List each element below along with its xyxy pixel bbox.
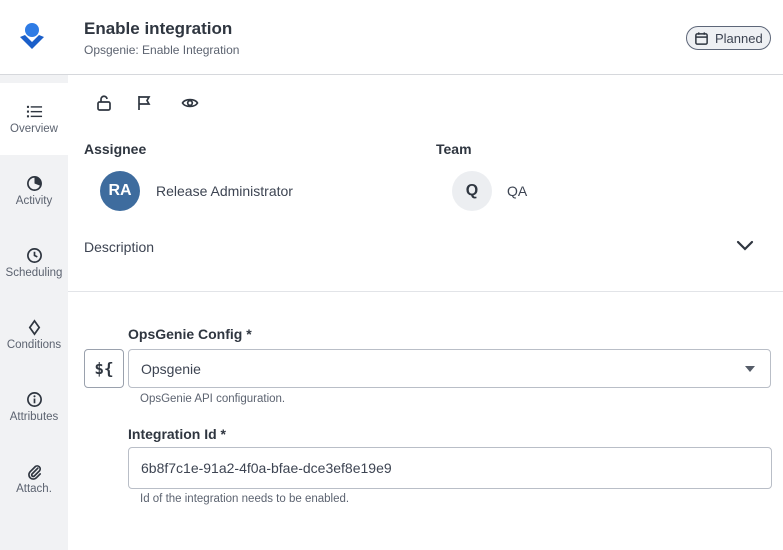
- status-badge[interactable]: Planned: [686, 26, 771, 50]
- assignee-avatar[interactable]: RA: [100, 171, 140, 211]
- opsgenie-logo: [20, 23, 44, 49]
- sidebar-item-label: Conditions: [6, 339, 62, 351]
- sidebar-item-label: Activity: [15, 195, 53, 207]
- description-label[interactable]: Description: [84, 239, 154, 255]
- page-title: Enable integration: [84, 19, 233, 38]
- team-name[interactable]: QA: [507, 183, 527, 199]
- opsgenie-config-help: OpsGenie API configuration.: [140, 393, 286, 405]
- sidebar-item-scheduling[interactable]: Scheduling: [0, 227, 68, 299]
- sidebar-item-conditions[interactable]: Conditions: [0, 299, 68, 371]
- caret-down-icon: [745, 366, 755, 372]
- pie-icon: [26, 176, 42, 191]
- info-icon: [26, 392, 42, 407]
- integration-id-help: Id of the integration needs to be enable…: [140, 493, 350, 505]
- sidebar-item-label: Overview: [10, 123, 58, 135]
- flag-icon[interactable]: [135, 94, 153, 112]
- chevron-down-icon[interactable]: [735, 238, 755, 254]
- assignee-name[interactable]: Release Administrator: [156, 183, 293, 199]
- team-label: Team: [436, 141, 472, 157]
- unlock-icon[interactable]: [95, 94, 113, 112]
- assignee-label: Assignee: [84, 141, 147, 157]
- task-header: Enable integration Opsgenie: Enable Inte…: [0, 0, 783, 75]
- clock-icon: [26, 248, 42, 263]
- sidebar-item-overview[interactable]: Overview: [0, 83, 68, 155]
- diamond-icon: [28, 319, 40, 336]
- paperclip-icon: [27, 465, 41, 480]
- section-divider: [68, 291, 783, 292]
- opsgenie-config-label: OpsGenie Config *: [128, 326, 252, 342]
- sidebar-item-label: Attributes: [9, 411, 59, 423]
- calendar-icon: [695, 31, 708, 45]
- opsgenie-config-value: Opsgenie: [141, 361, 201, 377]
- sidebar: Overview Activity Scheduling Conditions: [0, 75, 68, 550]
- integration-id-label: Integration Id *: [128, 426, 226, 442]
- status-label: Planned: [715, 30, 763, 46]
- sidebar-item-label: Scheduling: [5, 267, 63, 279]
- variable-toggle-button[interactable]: ${: [84, 349, 124, 388]
- list-icon: [26, 105, 42, 118]
- opsgenie-config-select[interactable]: Opsgenie: [128, 349, 771, 388]
- integration-id-input[interactable]: [128, 447, 772, 489]
- sidebar-item-label: Attach.: [16, 483, 52, 495]
- eye-icon[interactable]: [181, 94, 199, 112]
- page-subtitle: Opsgenie: Enable Integration: [84, 43, 240, 57]
- team-avatar[interactable]: Q: [452, 171, 492, 211]
- sidebar-item-attachments[interactable]: Attach.: [0, 443, 68, 515]
- task-detail-panel: Enable integration Opsgenie: Enable Inte…: [0, 0, 783, 550]
- sidebar-item-activity[interactable]: Activity: [0, 155, 68, 227]
- sidebar-item-attributes[interactable]: Attributes: [0, 371, 68, 443]
